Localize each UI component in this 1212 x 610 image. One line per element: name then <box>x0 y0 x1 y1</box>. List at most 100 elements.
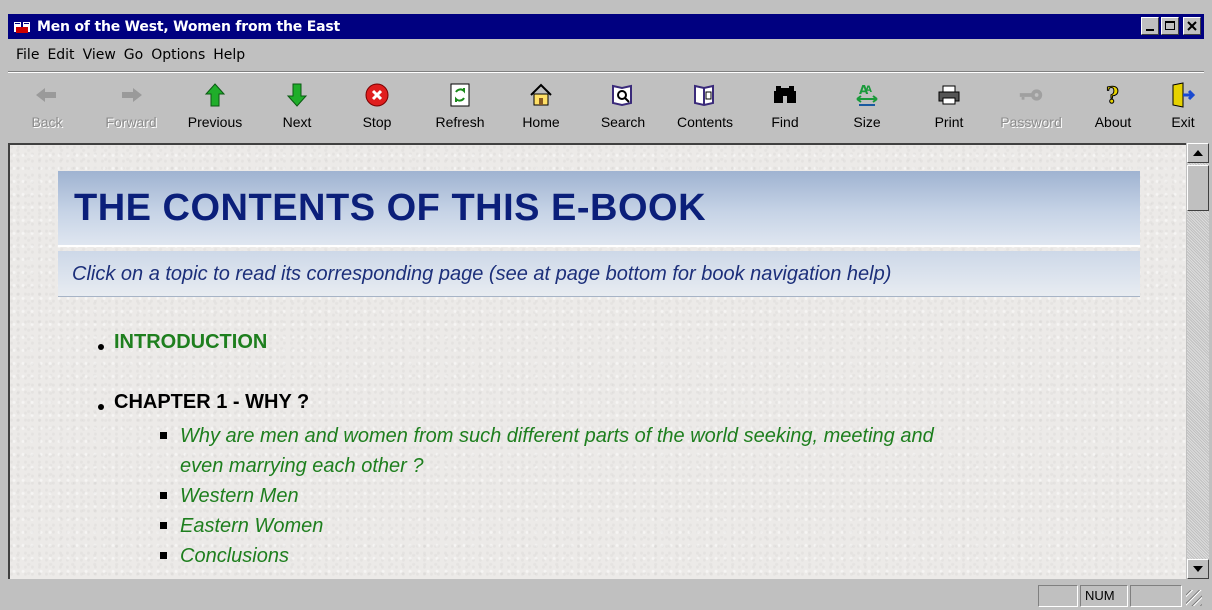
exit-label: Exit <box>1171 114 1195 130</box>
size-label: Size <box>853 114 881 130</box>
subtopic-why-continuation[interactable]: even marrying each other ? <box>180 455 423 478</box>
subtopic-eastern-women-label: Eastern Women <box>180 515 324 537</box>
subtopic-western-men-link[interactable]: Western Men <box>160 485 299 508</box>
scroll-up-button[interactable] <box>1187 143 1209 163</box>
resize-grip-icon[interactable] <box>1186 590 1202 606</box>
num-lock-indicator: NUM <box>1080 585 1128 607</box>
status-cell-empty-2 <box>1130 585 1182 607</box>
bullet-icon <box>98 403 104 410</box>
password-label: Password <box>1000 114 1062 130</box>
key-icon <box>1017 80 1045 110</box>
size-button[interactable]: AA Size <box>830 76 904 138</box>
find-button[interactable]: Find <box>748 76 822 138</box>
home-icon <box>527 80 555 110</box>
subtopic-why-link[interactable]: Why are men and women from such differen… <box>160 425 934 448</box>
subtopic-western-men-label: Western Men <box>180 485 299 507</box>
introduction-link[interactable]: INTRODUCTION <box>114 331 267 354</box>
window-title: Men of the West, Women from the East <box>37 18 340 35</box>
forward-arrow-icon <box>117 80 145 110</box>
content-pane[interactable]: THE CONTENTS OF THIS E-BOOK Click on a t… <box>8 143 1186 579</box>
find-label: Find <box>771 114 799 130</box>
book-icon <box>13 19 31 35</box>
toolbar: Back Forward Previous Next Stop Refresh … <box>10 76 1210 140</box>
forward-button[interactable]: Forward <box>94 76 168 138</box>
window-controls <box>1141 17 1201 35</box>
home-button[interactable]: Home <box>504 76 578 138</box>
square-bullet-icon <box>160 552 167 560</box>
scroll-down-button[interactable] <box>1187 559 1209 579</box>
back-label: Back <box>31 114 63 130</box>
square-bullet-icon <box>160 432 167 440</box>
next-button[interactable]: Next <box>260 76 334 138</box>
page-subtitle: Click on a topic to read its correspondi… <box>72 263 892 285</box>
status-cell-empty <box>1038 585 1078 607</box>
bullet-icon <box>98 343 104 350</box>
previous-label: Previous <box>187 114 243 130</box>
subtopic-conclusions-link[interactable]: Conclusions <box>160 545 289 568</box>
minimize-button[interactable] <box>1141 17 1159 35</box>
password-button[interactable]: Password <box>994 76 1068 138</box>
subheading-bar: Click on a topic to read its correspondi… <box>58 251 1140 297</box>
about-button[interactable]: ? About <box>1076 76 1150 138</box>
close-button[interactable] <box>1183 17 1201 35</box>
menu-file[interactable]: File <box>12 44 43 66</box>
search-label: Search <box>600 114 646 130</box>
printer-icon <box>935 80 963 110</box>
subtopic-why-label-line2: even marrying each other ? <box>180 455 424 477</box>
home-label: Home <box>522 114 560 130</box>
arrow-up-icon <box>1193 150 1203 156</box>
question-icon: ? <box>1099 80 1127 110</box>
next-label: Next <box>282 114 312 130</box>
menu-options[interactable]: Options <box>147 44 209 66</box>
square-bullet-icon <box>160 522 167 530</box>
refresh-label: Refresh <box>435 114 485 130</box>
contents-icon <box>691 80 719 110</box>
svg-text:?: ? <box>1106 83 1119 109</box>
maximize-button[interactable] <box>1161 17 1179 35</box>
contents-label: Contents <box>676 114 734 130</box>
refresh-icon <box>446 80 474 110</box>
search-button[interactable]: Search <box>586 76 660 138</box>
contents-button[interactable]: Contents <box>668 76 742 138</box>
svg-text:A: A <box>865 85 872 95</box>
title-bar[interactable]: Men of the West, Women from the East <box>8 14 1204 39</box>
back-button[interactable]: Back <box>10 76 84 138</box>
subtopic-eastern-women-link[interactable]: Eastern Women <box>160 515 323 538</box>
back-arrow-icon <box>33 80 61 110</box>
toc-item-introduction: INTRODUCTION <box>98 331 267 354</box>
stop-label: Stop <box>362 114 392 130</box>
vertical-scrollbar[interactable] <box>1187 143 1209 579</box>
app-window: Men of the West, Women from the East Fil… <box>0 0 1212 610</box>
binoculars-icon <box>771 80 799 110</box>
exit-door-icon <box>1169 80 1197 110</box>
menu-bar: File Edit View Go Options Help <box>12 44 249 66</box>
print-label: Print <box>934 114 964 130</box>
stop-icon <box>363 80 391 110</box>
down-arrow-icon <box>283 80 311 110</box>
menu-edit[interactable]: Edit <box>43 44 78 66</box>
menu-view[interactable]: View <box>79 44 120 66</box>
arrow-down-icon <box>1193 566 1203 572</box>
stop-button[interactable]: Stop <box>340 76 414 138</box>
about-label: About <box>1094 114 1132 130</box>
toc-item-chapter-1: CHAPTER 1 - WHY ? <box>98 391 309 414</box>
refresh-button[interactable]: Refresh <box>423 76 497 138</box>
status-bar: NUM <box>8 581 1204 608</box>
search-icon <box>609 80 637 110</box>
subtopic-conclusions-label: Conclusions <box>180 545 289 567</box>
up-arrow-icon <box>201 80 229 110</box>
scroll-thumb[interactable] <box>1187 165 1209 211</box>
toolbar-divider <box>8 71 1204 73</box>
heading-banner: THE CONTENTS OF THIS E-BOOK <box>58 171 1140 247</box>
previous-button[interactable]: Previous <box>178 76 252 138</box>
print-button[interactable]: Print <box>912 76 986 138</box>
page-title: THE CONTENTS OF THIS E-BOOK <box>74 187 707 229</box>
chapter-1-heading: CHAPTER 1 - WHY ? <box>114 391 310 413</box>
menu-go[interactable]: Go <box>120 44 147 66</box>
font-size-icon: AA <box>853 80 881 110</box>
square-bullet-icon <box>160 492 167 500</box>
subtopic-why-label-line1: Why are men and women from such differen… <box>180 425 934 447</box>
exit-button[interactable]: Exit <box>1146 76 1212 138</box>
forward-label: Forward <box>105 114 157 130</box>
menu-help[interactable]: Help <box>209 44 249 66</box>
